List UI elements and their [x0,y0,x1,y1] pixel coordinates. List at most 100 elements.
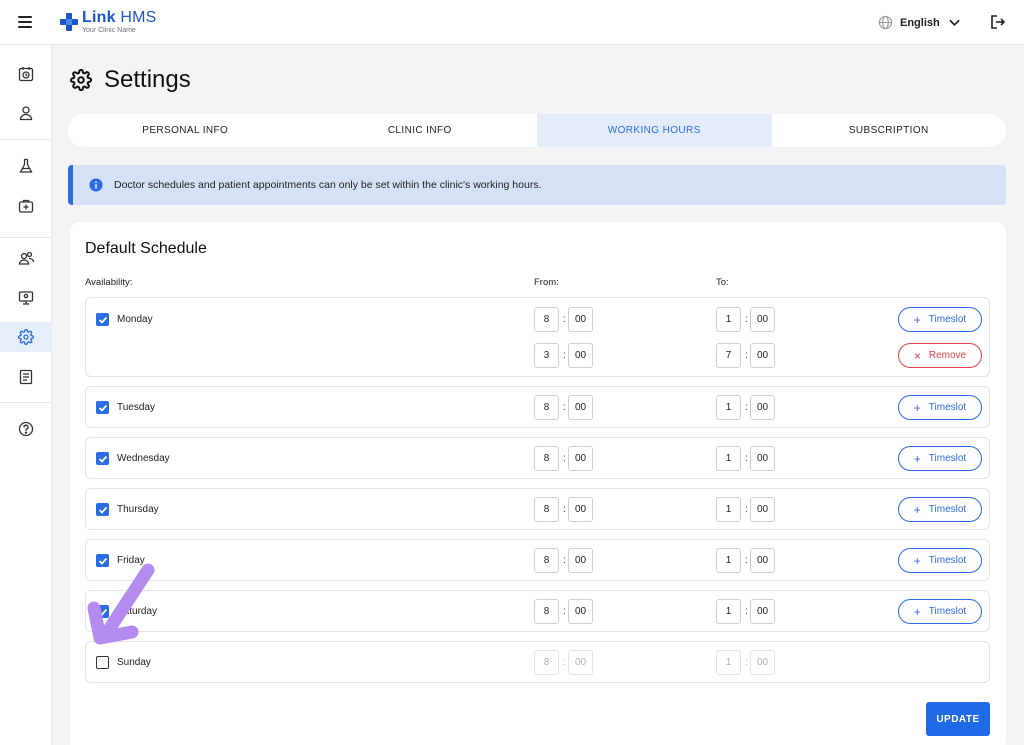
to-minute-input[interactable]: 00 [750,343,775,368]
from-hour-input[interactable]: 8 [534,395,559,420]
brand-name-suffix: HMS [120,9,157,26]
from-minute-input[interactable]: 00 [568,599,593,624]
update-button[interactable]: UPDATE [926,702,990,736]
remove-timeslot-button[interactable]: × Remove [898,343,982,368]
default-schedule-card: Default Schedule Availability: From: To:… [70,222,1006,745]
day-checkbox[interactable] [96,401,109,414]
to-header: To: [716,277,729,288]
day-checkbox[interactable] [96,452,109,465]
language-label: English [900,16,940,29]
info-banner: Doctor schedules and patient appointment… [68,165,1006,205]
add-timeslot-button[interactable]: + Timeslot [898,395,982,420]
add-timeslot-label: Timeslot [928,314,967,325]
to-hour-input[interactable]: 1 [716,446,741,471]
to-minute-input[interactable]: 00 [750,446,775,471]
sidebar-item-pharmacy[interactable] [0,191,52,221]
plus-icon: + [913,502,921,517]
to-hour-input[interactable]: 1 [716,599,741,624]
to-hour-input[interactable]: 1 [716,548,741,573]
time-separator: : [745,402,748,413]
from-minute-input: 00 [568,650,593,675]
to-minute-input[interactable]: 00 [750,307,775,332]
sidebar [0,45,52,745]
to-hour-input[interactable]: 1 [716,497,741,522]
sidebar-item-help[interactable] [0,414,52,444]
add-timeslot-button[interactable]: + Timeslot [898,548,982,573]
from-minute-input[interactable]: 00 [568,548,593,573]
calendar-icon [18,67,34,82]
sidebar-item-patients[interactable] [0,98,52,128]
time-separator: : [563,453,566,464]
sidebar-item-staff[interactable] [0,243,52,273]
day-checkbox[interactable] [96,313,109,326]
availability-header: Availability: [85,277,133,288]
sidebar-item-screens[interactable] [0,283,52,313]
sidebar-divider [0,139,52,140]
page-header: Settings [70,66,191,94]
gear-icon [70,69,92,91]
time-separator: : [563,504,566,515]
tab-personal-info[interactable]: PERSONAL INFO [68,114,303,147]
from-hour-input[interactable]: 8 [534,599,559,624]
add-timeslot-button[interactable]: + Timeslot [898,446,982,471]
plus-icon: + [913,400,921,415]
add-timeslot-button[interactable]: + Timeslot [898,307,982,332]
to-minute-input[interactable]: 00 [750,497,775,522]
card-title: Default Schedule [85,240,207,257]
from-hour-input[interactable]: 8 [534,497,559,522]
logout-icon[interactable] [990,14,1006,35]
day-label: Thursday [117,504,159,515]
to-hour-input[interactable]: 7 [716,343,741,368]
app-header: Link HMS Your Clinic Name English [0,0,1024,45]
sidebar-item-appointments[interactable] [0,59,52,89]
to-hour-input[interactable]: 1 [716,307,741,332]
tab-subscription[interactable]: SUBSCRIPTION [772,114,1007,147]
time-separator: : [563,555,566,566]
tab-clinic-info[interactable]: CLINIC INFO [303,114,538,147]
sidebar-item-lab[interactable] [0,151,52,181]
from-header: From: [534,277,559,288]
add-timeslot-label: Timeslot [928,555,967,566]
from-minute-input[interactable]: 00 [568,307,593,332]
from-hour-input[interactable]: 8 [534,548,559,573]
brand-logo[interactable]: Link HMS Your Clinic Name [60,10,157,34]
day-checkbox[interactable] [96,503,109,516]
day-label: Tuesday [117,402,155,413]
info-banner-text: Doctor schedules and patient appointment… [114,179,542,191]
plus-icon: + [913,604,921,619]
brand-subtitle: Your Clinic Name [82,27,136,34]
sidebar-item-reports[interactable] [0,362,52,392]
to-hour-input[interactable]: 1 [716,395,741,420]
time-separator: : [745,453,748,464]
day-row-monday: Monday 8 : 00 1 : 00 + Timeslot 3 : 00 7 … [85,297,990,377]
gear-icon [18,329,34,345]
to-minute-input: 00 [750,650,775,675]
add-timeslot-button[interactable]: + Timeslot [898,497,982,522]
to-minute-input[interactable]: 00 [750,395,775,420]
day-label: Wednesday [117,453,170,464]
to-minute-input[interactable]: 00 [750,599,775,624]
tab-working-hours[interactable]: WORKING HOURS [537,114,772,147]
from-hour-input[interactable]: 8 [534,307,559,332]
language-selector[interactable]: English [878,15,960,30]
lab-flask-icon [19,158,33,173]
from-hour-input[interactable]: 3 [534,343,559,368]
from-hour-input[interactable]: 8 [534,446,559,471]
day-row-thursday: Thursday 8 : 00 1 : 00 + Timeslot [85,488,990,530]
add-timeslot-button[interactable]: + Timeslot [898,599,982,624]
day-row-wednesday: Wednesday 8 : 00 1 : 00 + Timeslot [85,437,990,479]
from-minute-input[interactable]: 00 [568,497,593,522]
to-minute-input[interactable]: 00 [750,548,775,573]
day-checkbox[interactable] [96,656,109,669]
from-minute-input[interactable]: 00 [568,395,593,420]
medical-kit-icon [18,199,34,213]
to-hour-input: 1 [716,650,741,675]
from-minute-input[interactable]: 00 [568,343,593,368]
from-minute-input[interactable]: 00 [568,446,593,471]
sidebar-item-settings[interactable] [0,322,52,352]
check-icon [98,455,107,463]
menu-icon[interactable] [18,16,32,28]
time-separator: : [745,555,748,566]
day-row-sunday: Sunday 8 : 00 1 : 00 [85,641,990,683]
report-icon [19,369,33,385]
